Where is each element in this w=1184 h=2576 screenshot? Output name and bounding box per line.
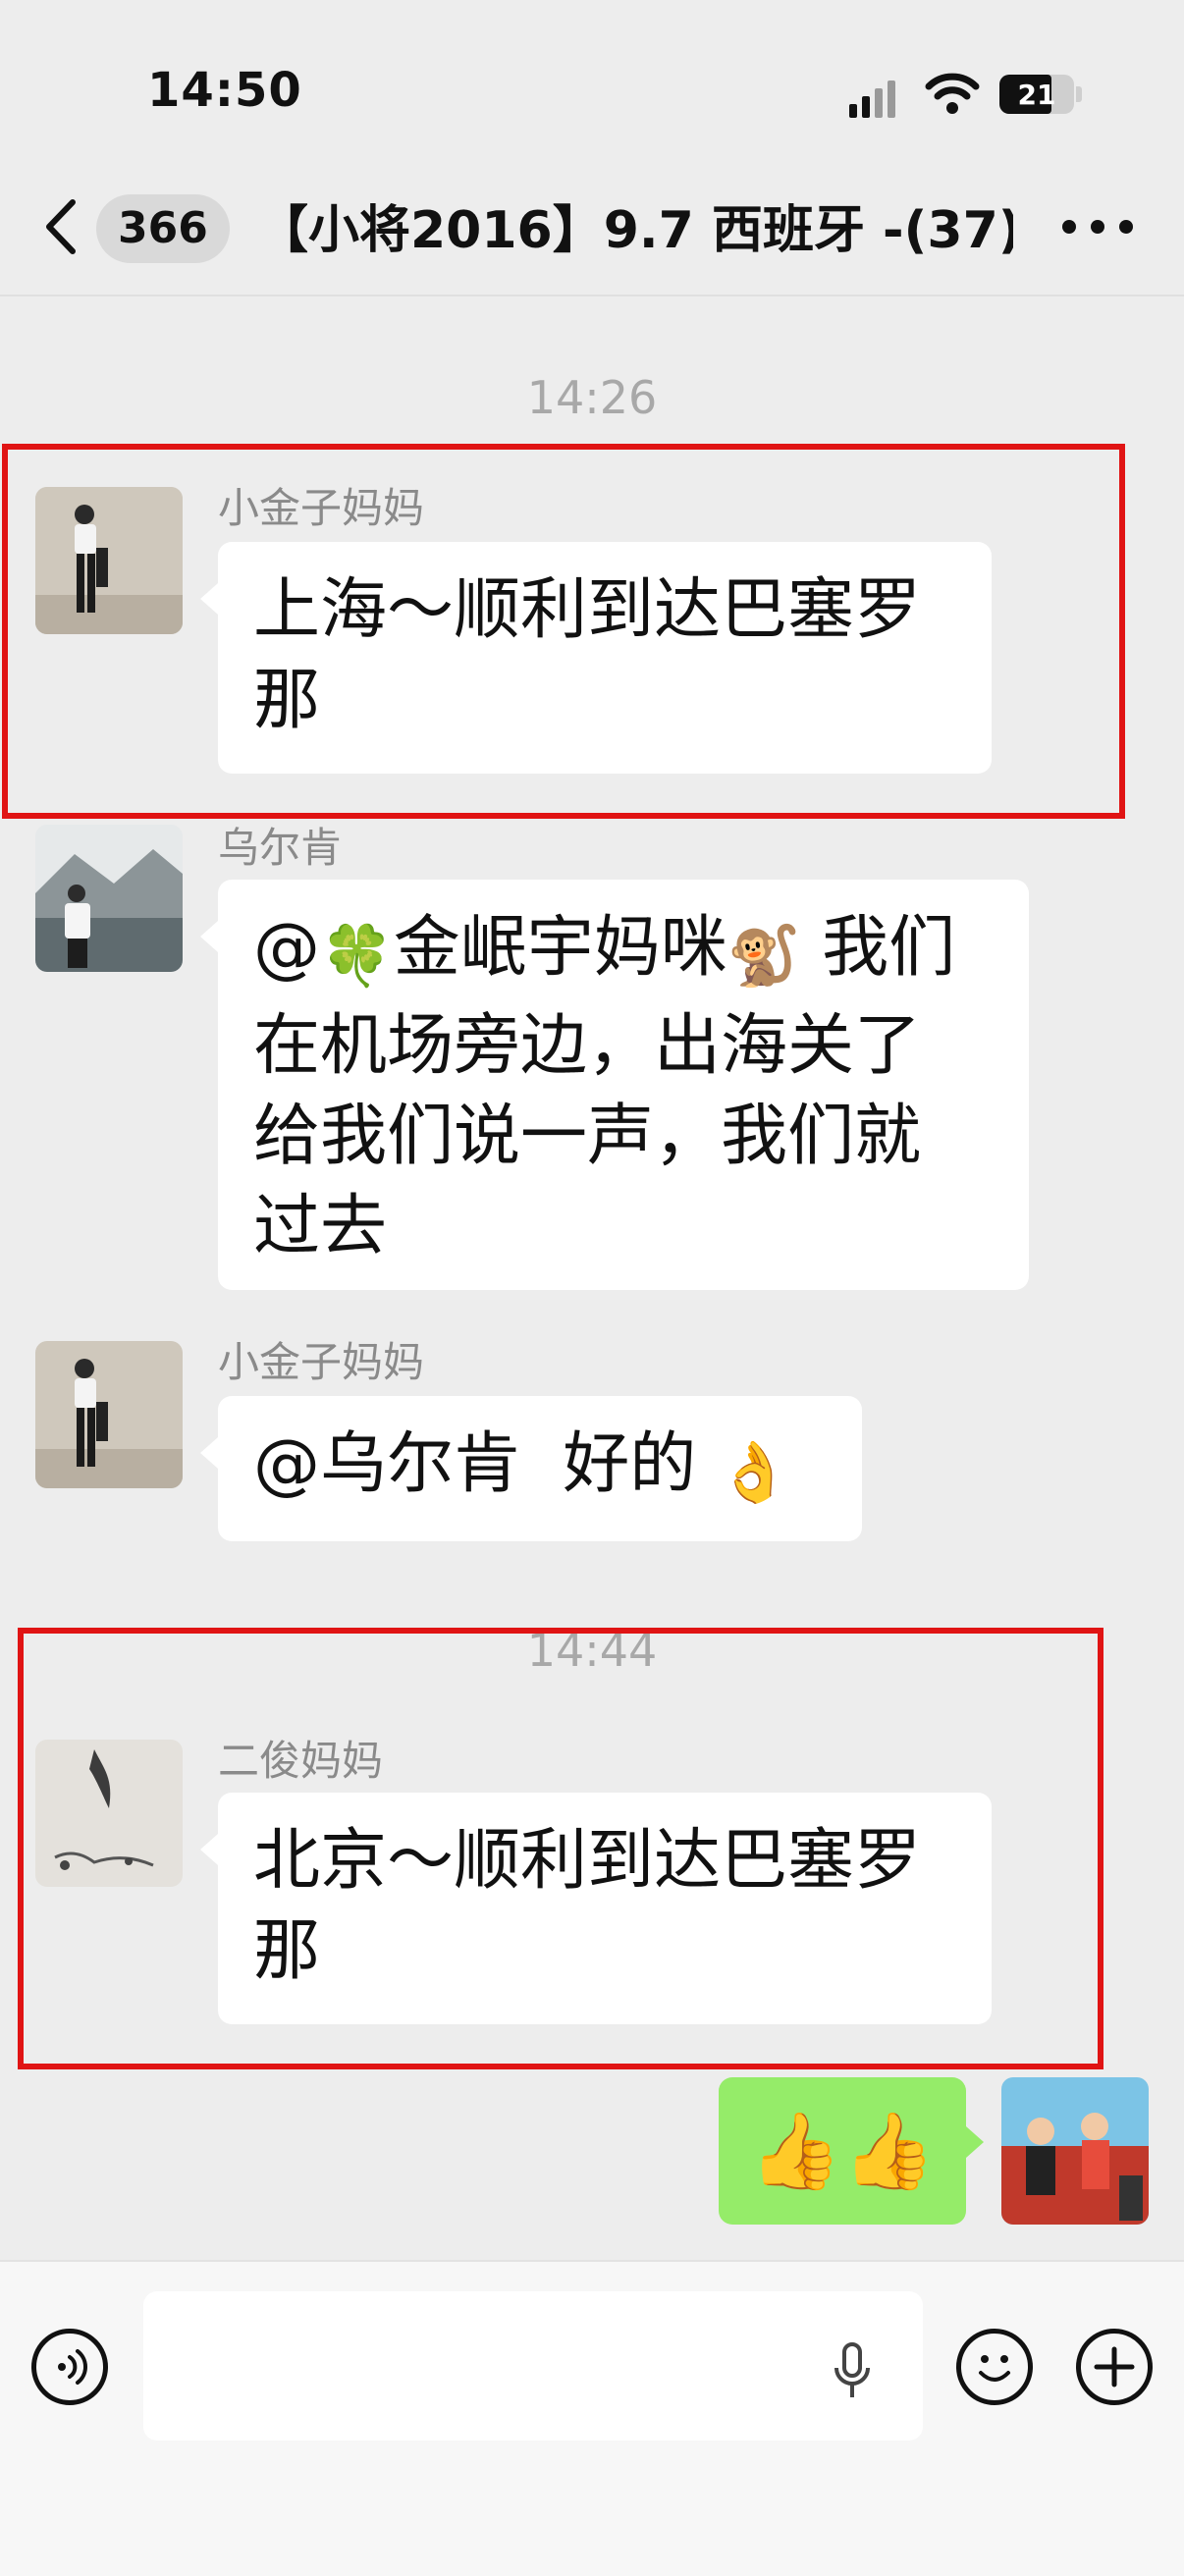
nav-divider [0, 295, 1184, 296]
battery-tip [1076, 86, 1082, 102]
unread-count-badge[interactable]: 366 [96, 194, 230, 263]
avatar[interactable] [35, 1341, 183, 1488]
message-bubble[interactable]: @乌尔肯 好的 👌 [200, 1396, 862, 1541]
battery-level: 21 [1017, 79, 1056, 111]
voice-input-icon[interactable] [31, 2329, 108, 2405]
cellular-signal-icon [849, 79, 896, 118]
battery-icon: 21 [999, 75, 1074, 114]
message-text: 给我们说一声，我们就 [253, 1098, 922, 1175]
message-text: @乌尔肯 好的 👌 [253, 1420, 827, 1518]
highlight-box [2, 444, 1125, 819]
sender-name: 小金子妈妈 [218, 1338, 425, 1386]
status-time: 14:50 [147, 63, 302, 118]
highlight-box [18, 1628, 1103, 2069]
my-avatar[interactable] [1001, 2077, 1149, 2225]
message-input[interactable] [143, 2291, 923, 2441]
back-chevron-icon[interactable] [41, 196, 81, 257]
chat-title[interactable]: 【小将2016】9.7 西班牙 -(37) [257, 196, 1013, 265]
add-plus-icon[interactable] [1076, 2329, 1153, 2405]
monkey-emoji: 🐒 [727, 922, 801, 991]
ok-hand-emoji: 👌 [717, 1438, 791, 1507]
timestamp: 14:26 [526, 371, 658, 424]
more-options-icon[interactable] [1062, 218, 1133, 238]
sender-name: 乌尔肯 [218, 824, 343, 872]
outgoing-message-bubble[interactable]: 👍👍 [719, 2077, 984, 2225]
wifi-icon [925, 71, 980, 116]
thumbs-up-emoji: 👍👍 [749, 2107, 936, 2194]
message-text: 过去 [253, 1188, 388, 1265]
emoji-icon[interactable] [956, 2329, 1033, 2405]
four-leaf-clover-emoji: 🍀 [320, 922, 394, 991]
message-text: 在机场旁边，出海关了 [253, 1007, 922, 1085]
message-bubble[interactable]: @🍀金岷宇妈咪🐒 我们 在机场旁边，出海关了 给我们说一声，我们就 过去 [200, 880, 1029, 1290]
microphone-icon[interactable] [833, 2340, 872, 2403]
avatar[interactable] [35, 825, 183, 972]
message-text: @🍀金岷宇妈咪🐒 我们 [253, 903, 994, 1001]
